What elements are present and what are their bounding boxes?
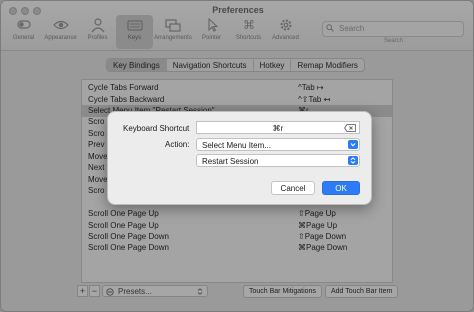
presets-icon <box>106 288 114 296</box>
shortcut-label: Keyboard Shortcut <box>123 124 190 133</box>
eye-icon <box>52 20 69 30</box>
menu-item-popup-arrow <box>348 156 358 165</box>
person-icon <box>91 18 104 33</box>
action-value: Select Menu Item... <box>202 141 271 150</box>
tab-advanced[interactable]: Advanced <box>267 15 304 49</box>
keyboard-icon <box>126 20 143 31</box>
segment-key-bindings[interactable]: Key Bindings <box>107 59 167 71</box>
chevron-updown-icon <box>350 157 356 164</box>
tab-arrangements[interactable]: Arrangements <box>153 15 193 49</box>
tab-label: Profiles <box>87 35 108 41</box>
arrangements-icon <box>165 19 181 32</box>
search-field[interactable]: Search <box>322 21 464 37</box>
clear-shortcut-icon[interactable] <box>344 124 356 132</box>
ok-button[interactable]: OK <box>322 181 360 195</box>
shortcut-value: ⌘r <box>272 124 284 133</box>
pointer-icon <box>207 17 218 32</box>
tab-label: Shortcuts <box>235 35 262 41</box>
action-popup-arrow <box>348 140 358 149</box>
menu-item-value: Restart Session <box>202 157 259 166</box>
action-label: Action: <box>165 140 190 149</box>
tab-appearance[interactable]: Appearance <box>42 15 79 49</box>
tab-keys[interactable]: Keys <box>116 15 153 49</box>
tab-label: General <box>12 35 35 41</box>
toolbar: Preferences General Appearance Profiles … <box>1 1 473 51</box>
keyboard-shortcut-field[interactable]: ⌘r <box>196 121 360 134</box>
tab-shortcuts[interactable]: ⌘ Shortcuts <box>230 15 267 49</box>
search-icon <box>326 24 334 32</box>
action-popup[interactable]: Select Menu Item... <box>196 138 360 151</box>
tab-profiles[interactable]: Profiles <box>79 15 116 49</box>
presets-label: Presets... <box>118 287 152 296</box>
preferences-window: Preferences General Appearance Profiles … <box>0 0 474 312</box>
touch-bar-mitigations-button[interactable]: Touch Bar Mitigations <box>243 285 322 298</box>
tab-label: Keys <box>127 35 142 41</box>
tab-pointer[interactable]: Pointer <box>193 15 230 49</box>
tab-label: Arrangements <box>154 35 192 41</box>
tab-label: Appearance <box>44 35 77 41</box>
chevron-down-icon <box>350 143 356 147</box>
window-title: Preferences <box>212 5 264 15</box>
chevron-updown-icon <box>197 288 203 295</box>
list-bottom-bar: + − Presets... Touch Bar Mitigations Add… <box>77 285 399 299</box>
menu-item-popup[interactable]: Restart Session <box>196 154 360 167</box>
table-row[interactable]: Scroll One Page Down ⌘Page Down <box>82 242 392 254</box>
switch-icon <box>16 20 31 29</box>
search-caption: Search <box>384 38 404 44</box>
keys-segmented-control: Key Bindings Navigation Shortcuts Hotkey… <box>106 58 365 72</box>
command-icon: ⌘ <box>243 18 255 32</box>
tab-general[interactable]: General <box>5 15 42 49</box>
table-row[interactable]: Scroll One Page Up ⇧Page Up <box>82 208 392 220</box>
edit-key-binding-dialog: Keyboard Shortcut ⌘r Action: Select Menu… <box>107 111 372 205</box>
segment-navigation-shortcuts[interactable]: Navigation Shortcuts <box>167 59 254 71</box>
svg-text:⌘: ⌘ <box>243 18 255 32</box>
tab-label: Advanced <box>272 35 299 41</box>
tab-label: Pointer <box>201 35 221 41</box>
segment-remap-modifiers[interactable]: Remap Modifiers <box>291 59 363 71</box>
table-row[interactable]: Cycle Tabs Forward ^Tab ↦ <box>82 82 392 94</box>
remove-binding-button[interactable]: − <box>89 285 100 297</box>
add-binding-button[interactable]: + <box>77 285 88 297</box>
preference-tabs: General Appearance Profiles Keys Arrange… <box>5 15 304 49</box>
segment-hotkey[interactable]: Hotkey <box>254 59 292 71</box>
gear-icon <box>280 19 291 31</box>
add-touch-bar-item-button[interactable]: Add Touch Bar Item <box>325 285 399 298</box>
presets-popup[interactable]: Presets... <box>102 285 208 297</box>
cancel-button[interactable]: Cancel <box>271 181 315 195</box>
